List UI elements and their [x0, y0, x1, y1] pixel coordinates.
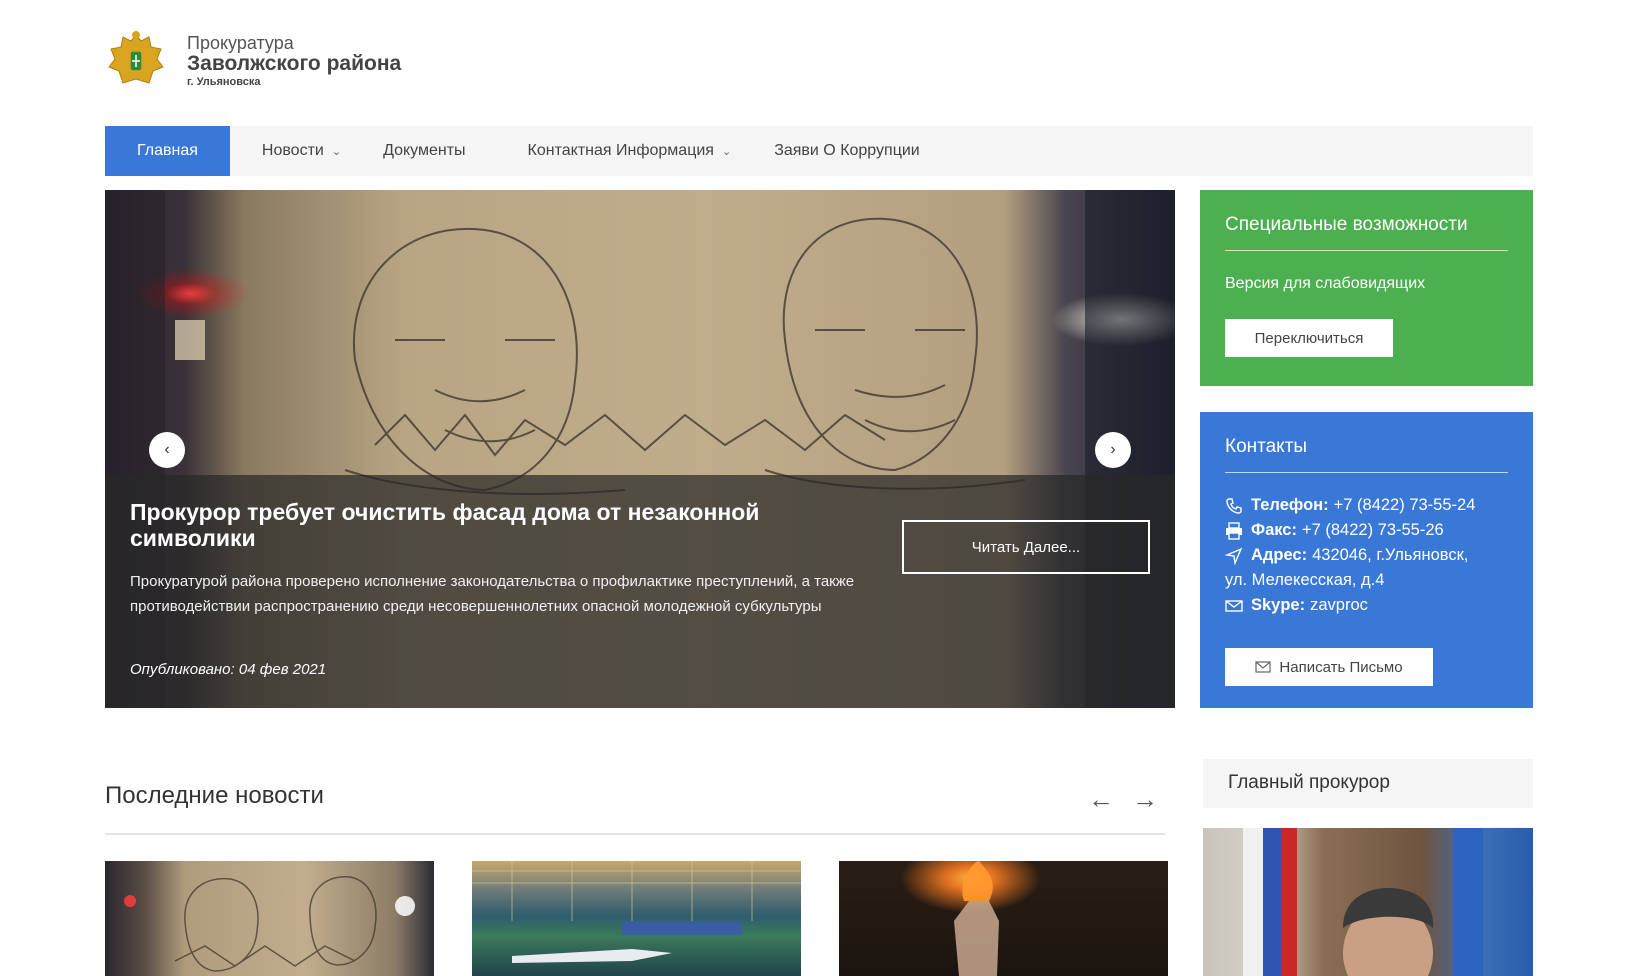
write-letter-button[interactable]: Написать Письмо: [1225, 648, 1433, 686]
slider-prev-button[interactable]: ‹: [149, 432, 185, 468]
news-thumbnail[interactable]: [105, 861, 434, 976]
nav-item-report-corruption[interactable]: Заяви О Коррупции: [774, 126, 920, 176]
arrow-left-icon[interactable]: ←: [1088, 784, 1114, 815]
nav-item-documents[interactable]: Документы: [383, 126, 465, 176]
address-line2: ул. Мелекесская, д.4: [1225, 571, 1385, 589]
nav-item-label: Документы: [383, 142, 466, 159]
envelope-icon: [1255, 661, 1272, 673]
nav-item-label: Контактная Информация: [527, 142, 714, 159]
chevron-left-icon: ‹: [164, 441, 170, 458]
skype-label: Skype:: [1251, 596, 1306, 614]
chevron-down-icon: ⌄: [721, 145, 732, 158]
accessibility-subtitle: Версия для слабовидящих: [1225, 275, 1426, 292]
site-title-line3: г. Ульяновска: [187, 76, 261, 88]
slide-date: Опубликовано: 04 фев 2021: [130, 661, 327, 678]
slide-caption: Прокурор требует очистить фасад дома от …: [105, 475, 1175, 708]
fax-label: Факс:: [1251, 521, 1297, 539]
slider-next-button[interactable]: ›: [1095, 432, 1131, 468]
prosecutor-emblem-logo: [108, 31, 164, 84]
address-label: Адрес:: [1251, 546, 1308, 564]
latest-news-header: Последние новости ← →: [105, 770, 1165, 835]
address-line1: 432046, г.Ульяновск,: [1312, 546, 1469, 564]
news-thumbnail[interactable]: [839, 861, 1168, 976]
accessibility-title: Специальные возможности: [1225, 214, 1508, 251]
nav-item-label: Главная: [137, 142, 198, 159]
site-title-line1: Прокуратура: [187, 33, 294, 53]
news-thumbnail-image: [954, 861, 999, 976]
fax-value: +7 (8422) 73-55-26: [1301, 521, 1444, 539]
site-title-line2: Заволжского района: [187, 52, 402, 75]
chief-prosecutor-photo[interactable]: [1203, 828, 1533, 976]
skype-value[interactable]: zavproc: [1310, 596, 1368, 614]
phone-label: Телефон:: [1251, 496, 1329, 514]
latest-news-title: Последние новости: [105, 782, 324, 809]
arrow-right-icon[interactable]: →: [1132, 784, 1158, 815]
read-more-button[interactable]: Читать Далее...: [902, 520, 1150, 574]
chevron-down-icon: ⌄: [331, 145, 342, 158]
contact-list: Телефон: +7 (8422) 73-55-24 Факс: +7 (8422…: [1225, 493, 1508, 618]
slide-text: Прокуратурой района проверено исполнение…: [130, 573, 855, 615]
news-slider[interactable]: ‹ › Прокурор требует очистить фасад дома…: [105, 190, 1175, 708]
news-thumbnail-image: [124, 876, 415, 972]
news-thumbnail[interactable]: [472, 861, 801, 976]
contact-address-line2: ул. Мелекесская, д.4: [1225, 568, 1508, 593]
nav-item-label: Заяви О Коррупции: [774, 142, 920, 159]
contact-fax: Факс: +7 (8422) 73-55-26: [1225, 518, 1508, 543]
slide-title[interactable]: Прокурор требует очистить фасад дома от …: [130, 499, 890, 551]
chevron-right-icon: ›: [1110, 441, 1116, 458]
nav-item-label: Новости: [261, 142, 324, 159]
nav-item-news[interactable]: Новости ⌄: [262, 126, 341, 176]
write-letter-label: Написать Письмо: [1279, 658, 1403, 676]
switch-version-button[interactable]: Переключиться: [1225, 319, 1393, 357]
contact-skype: Skype: zavproc: [1225, 593, 1508, 618]
site-title: Прокуратура Заволжского района г. Ульяно…: [187, 33, 401, 89]
site-header[interactable]: Прокуратура Заволжского района г. Ульяно…: [105, 26, 485, 96]
printer-icon: [1225, 518, 1251, 543]
nav-item-contacts[interactable]: Контактная Информация ⌄: [528, 126, 732, 176]
phone-icon: [1225, 493, 1251, 518]
location-arrow-icon: [1225, 543, 1251, 568]
accessibility-widget: Специальные возможности Версия для слабо…: [1200, 190, 1533, 386]
news-thumbnail-image: [472, 861, 801, 963]
nav-item-home[interactable]: Главная: [105, 126, 230, 176]
phone-value[interactable]: +7 (8422) 73-55-24: [1334, 496, 1476, 514]
main-nav: Главная Новости ⌄ Документы Контактная И…: [105, 126, 1533, 176]
chief-prosecutor-image: [1243, 828, 1483, 976]
contacts-title: Контакты: [1225, 436, 1508, 473]
contact-phone: Телефон: +7 (8422) 73-55-24: [1225, 493, 1508, 518]
chief-prosecutor-header: Главный прокурор: [1203, 759, 1533, 808]
contact-address: Адрес: 432046, г.Ульяновск,: [1225, 543, 1508, 568]
envelope-icon: [1225, 593, 1251, 618]
contacts-widget: Контакты Телефон: +7 (8422) 73-55-24 Факс…: [1200, 412, 1533, 708]
